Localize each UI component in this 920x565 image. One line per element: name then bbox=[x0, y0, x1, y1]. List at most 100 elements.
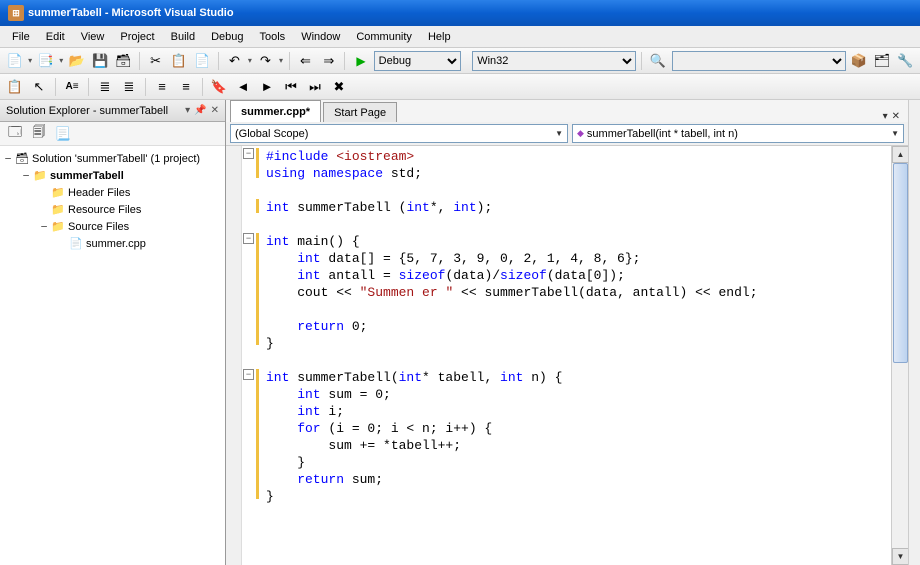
expand-icon[interactable]: − bbox=[2, 152, 14, 165]
text-editor-toolbar: 📋 ↖ A≡ ≣ ≣ ≡ ≡ 🔖 ◄ ► ⏮ ⏭ ✖ bbox=[0, 74, 920, 100]
solution-tree[interactable]: − 🗃 Solution 'summerTabell' (1 project) … bbox=[0, 146, 225, 565]
view-code-button[interactable]: 📃 bbox=[52, 123, 74, 145]
code-editor[interactable]: #include <iostream> using namespace std;… bbox=[260, 146, 891, 565]
properties-button[interactable]: 🗔 bbox=[4, 123, 26, 145]
platform-select[interactable]: Win32 bbox=[472, 51, 636, 71]
tab-dropdown-icon[interactable]: ▾ bbox=[883, 111, 888, 122]
folder-node-source[interactable]: − 📁 Source Files bbox=[2, 218, 223, 235]
uncomment-button[interactable]: ≡ bbox=[175, 76, 197, 98]
vertical-scrollbar[interactable]: ▲ ▼ bbox=[891, 146, 908, 565]
collapse-icon[interactable]: − bbox=[243, 233, 254, 244]
config-select[interactable]: Debug bbox=[374, 51, 461, 71]
menu-tools[interactable]: Tools bbox=[252, 29, 294, 45]
project-icon: 📁 bbox=[32, 169, 48, 183]
separator bbox=[289, 52, 290, 70]
menu-view[interactable]: View bbox=[73, 29, 113, 45]
menu-window[interactable]: Window bbox=[293, 29, 348, 45]
copy-button[interactable]: 📋 bbox=[168, 50, 189, 72]
scope-select-right[interactable]: ◆ summerTabell(int * tabell, int n) ▼ bbox=[572, 124, 904, 143]
collapse-icon[interactable]: − bbox=[243, 148, 254, 159]
open-button[interactable]: 📂 bbox=[66, 50, 87, 72]
tab-summer-cpp[interactable]: summer.cpp* bbox=[230, 100, 321, 122]
menu-community[interactable]: Community bbox=[348, 29, 420, 45]
bookmark-next-button[interactable]: ► bbox=[256, 76, 278, 98]
object-browser-button[interactable]: 🔧 bbox=[895, 50, 916, 72]
main-toolbar: 📄▾ 📑▾ 📂 💾 🗃 ✂ 📋 📄 ↶▾ ↷▾ ⇐ ⇒ ▶ Debug Win3… bbox=[0, 48, 920, 74]
find-select[interactable] bbox=[672, 51, 846, 71]
obj-list-button[interactable]: 📋 bbox=[4, 76, 26, 98]
solution-icon: 🗃 bbox=[14, 152, 30, 166]
menu-project[interactable]: Project bbox=[112, 29, 162, 45]
bookmark-clear-button[interactable]: ✖ bbox=[328, 76, 350, 98]
solution-explorer-panel: Solution Explorer - summerTabell ▾ 📌 ✕ 🗔… bbox=[0, 100, 226, 565]
collapse-icon[interactable]: − bbox=[243, 369, 254, 380]
close-icon[interactable]: ✕ bbox=[211, 105, 219, 116]
save-all-button[interactable]: 🗃 bbox=[113, 50, 134, 72]
separator bbox=[139, 52, 140, 70]
scrollbar-thumb[interactable] bbox=[893, 163, 908, 363]
dropdown-icon[interactable]: ▾ bbox=[185, 105, 190, 116]
expand-icon[interactable]: − bbox=[20, 169, 32, 182]
new-project-button[interactable]: 📄 bbox=[4, 50, 25, 72]
properties-button[interactable]: 🗂 bbox=[871, 50, 892, 72]
pin-icon[interactable]: 📌 bbox=[194, 105, 206, 116]
tab-close-icon[interactable]: ✕ bbox=[892, 111, 900, 122]
bookmark-prev-folder-button[interactable]: ⏮ bbox=[280, 76, 302, 98]
project-node[interactable]: − 📁 summerTabell bbox=[2, 167, 223, 184]
cursor-icon[interactable]: ↖ bbox=[28, 76, 50, 98]
scope-right-label: summerTabell(int * tabell, int n) bbox=[587, 128, 738, 140]
bookmark-prev-button[interactable]: ◄ bbox=[232, 76, 254, 98]
folder-icon: 📁 bbox=[50, 186, 66, 200]
menu-file[interactable]: File bbox=[4, 29, 38, 45]
scroll-up-icon[interactable]: ▲ bbox=[892, 146, 908, 163]
solution-label: Solution 'summerTabell' (1 project) bbox=[32, 153, 200, 165]
dropdown-arrow-icon[interactable]: ▾ bbox=[247, 50, 253, 72]
file-node-summer[interactable]: 📄 summer.cpp bbox=[2, 235, 223, 252]
separator bbox=[202, 78, 203, 96]
folder-label: Header Files bbox=[68, 187, 130, 199]
bookmark-toggle-button[interactable]: 🔖 bbox=[208, 76, 230, 98]
solution-node[interactable]: − 🗃 Solution 'summerTabell' (1 project) bbox=[2, 150, 223, 167]
redo-button[interactable]: ↷ bbox=[255, 50, 276, 72]
save-button[interactable]: 💾 bbox=[89, 50, 110, 72]
scope-select-left[interactable]: (Global Scope) ▼ bbox=[230, 124, 568, 143]
file-label: summer.cpp bbox=[86, 238, 146, 250]
dropdown-arrow-icon[interactable]: ▾ bbox=[27, 50, 33, 72]
tab-start-page[interactable]: Start Page bbox=[323, 102, 397, 122]
display-selection-button[interactable]: A≡ bbox=[61, 76, 83, 98]
menu-help[interactable]: Help bbox=[420, 29, 459, 45]
menu-debug[interactable]: Debug bbox=[203, 29, 251, 45]
indent-decrease-button[interactable]: ≣ bbox=[94, 76, 116, 98]
nav-back-button[interactable]: ⇐ bbox=[295, 50, 316, 72]
bookmark-next-folder-button[interactable]: ⏭ bbox=[304, 76, 326, 98]
outline-margin: − − − bbox=[242, 146, 256, 565]
dropdown-arrow-icon[interactable]: ▾ bbox=[58, 50, 64, 72]
nav-forward-button[interactable]: ⇒ bbox=[318, 50, 339, 72]
add-item-button[interactable]: 📑 bbox=[35, 50, 56, 72]
scope-bar: (Global Scope) ▼ ◆ summerTabell(int * ta… bbox=[226, 122, 908, 146]
code-editor-area: summer.cpp* Start Page ▾ ✕ (Global Scope… bbox=[226, 100, 908, 565]
folder-node-header[interactable]: 📁 Header Files bbox=[2, 184, 223, 201]
app-icon: ⊞ bbox=[8, 5, 24, 21]
undo-button[interactable]: ↶ bbox=[224, 50, 245, 72]
comment-button[interactable]: ≡ bbox=[151, 76, 173, 98]
folder-node-resource[interactable]: 📁 Resource Files bbox=[2, 201, 223, 218]
paste-button[interactable]: 📄 bbox=[192, 50, 213, 72]
right-docked-strip[interactable] bbox=[908, 100, 920, 565]
menu-build[interactable]: Build bbox=[163, 29, 203, 45]
indent-increase-button[interactable]: ≣ bbox=[118, 76, 140, 98]
window-title: summerTabell - Microsoft Visual Studio bbox=[28, 7, 234, 19]
menubar: File Edit View Project Build Debug Tools… bbox=[0, 26, 920, 48]
dropdown-arrow-icon[interactable]: ▾ bbox=[278, 50, 284, 72]
separator bbox=[145, 78, 146, 96]
start-debug-button[interactable]: ▶ bbox=[350, 50, 371, 72]
expand-icon[interactable]: − bbox=[38, 220, 50, 233]
dropdown-arrow-icon: ▼ bbox=[891, 129, 899, 138]
scroll-down-icon[interactable]: ▼ bbox=[892, 548, 908, 565]
find-button[interactable]: 🔍 bbox=[647, 50, 668, 72]
folder-icon: 📁 bbox=[50, 203, 66, 217]
menu-edit[interactable]: Edit bbox=[38, 29, 73, 45]
toolbox-button[interactable]: 📦 bbox=[848, 50, 869, 72]
show-all-button[interactable]: 🗐 bbox=[28, 123, 50, 145]
cut-button[interactable]: ✂ bbox=[145, 50, 166, 72]
